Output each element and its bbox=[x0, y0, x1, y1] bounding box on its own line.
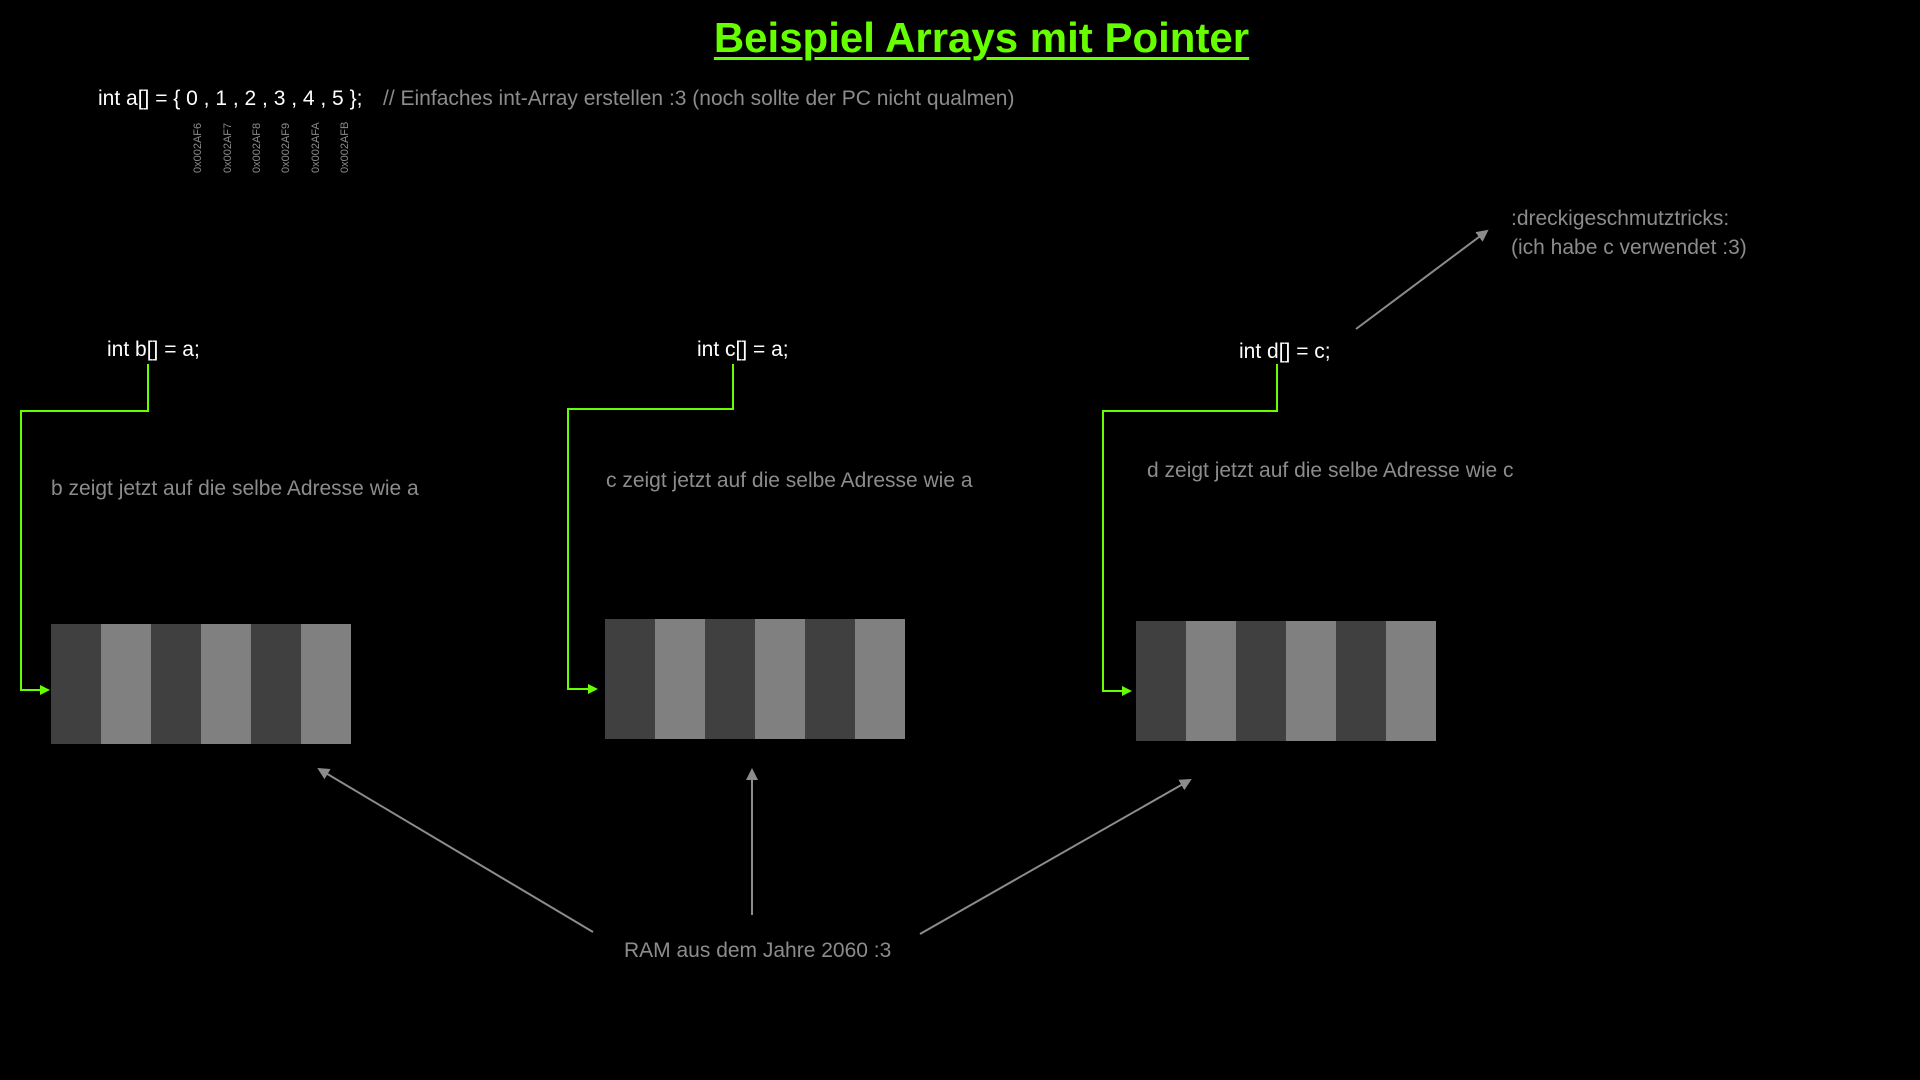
ram-arrow-right bbox=[919, 779, 1192, 935]
ram-arrow-left bbox=[317, 767, 594, 933]
pointer-b-connector bbox=[20, 364, 149, 695]
pointer-d-connector bbox=[1102, 364, 1278, 696]
pointer-c-connector bbox=[567, 364, 734, 694]
trick-arrow bbox=[1355, 229, 1489, 330]
connector-lines bbox=[20, 229, 1489, 935]
